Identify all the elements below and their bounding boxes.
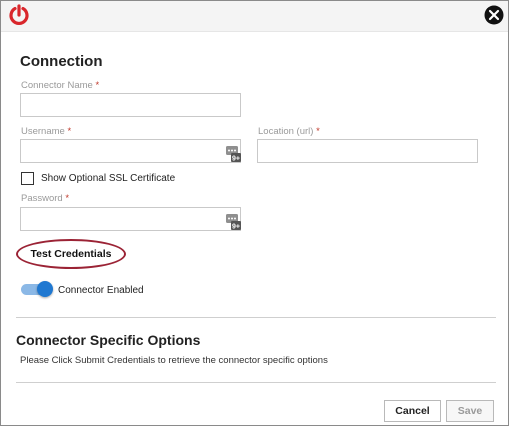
location-label: Location (url) * bbox=[258, 126, 320, 137]
username-label-text: Username bbox=[21, 126, 65, 137]
close-icon[interactable] bbox=[484, 5, 504, 25]
connector-name-input[interactable] bbox=[20, 93, 241, 117]
keypass-icon[interactable]: 9+ bbox=[226, 146, 241, 162]
connector-enabled-toggle[interactable] bbox=[21, 281, 53, 297]
required-mark: * bbox=[316, 126, 320, 137]
location-url-input[interactable] bbox=[257, 139, 478, 163]
keypass-icon[interactable]: 9+ bbox=[226, 214, 241, 230]
show-ssl-checkbox[interactable] bbox=[21, 172, 34, 185]
password-input[interactable] bbox=[20, 207, 241, 231]
options-title: Connector Specific Options bbox=[16, 332, 201, 348]
required-mark: * bbox=[65, 193, 70, 204]
keypass-badge: 9+ bbox=[232, 155, 240, 162]
password-label: Password * bbox=[21, 193, 69, 204]
connection-dialog: Connection Connector Name * Username * 9… bbox=[0, 0, 509, 426]
required-mark: * bbox=[95, 80, 100, 91]
username-label: Username * bbox=[21, 126, 71, 137]
footer-divider bbox=[16, 382, 496, 383]
show-ssl-label: Show Optional SSL Certificate bbox=[41, 173, 176, 184]
dialog-header bbox=[1, 1, 508, 32]
location-label-text: Location (url) bbox=[258, 126, 314, 137]
save-button[interactable]: Save bbox=[446, 400, 494, 422]
options-hint: Please Click Submit Credentials to retri… bbox=[20, 355, 328, 366]
password-label-text: Password bbox=[21, 193, 63, 204]
keypass-badge: 9+ bbox=[232, 223, 240, 230]
connector-name-label-text: Connector Name bbox=[21, 80, 93, 91]
username-input[interactable] bbox=[20, 139, 241, 163]
connector-name-label: Connector Name * bbox=[21, 80, 99, 91]
connection-title: Connection bbox=[20, 53, 103, 70]
connector-enabled-label: Connector Enabled bbox=[58, 285, 144, 296]
toggle-knob bbox=[37, 281, 53, 297]
test-credentials-button[interactable]: Test Credentials bbox=[16, 239, 126, 269]
power-icon bbox=[9, 4, 29, 26]
cancel-button[interactable]: Cancel bbox=[384, 400, 441, 422]
required-mark: * bbox=[67, 126, 72, 137]
section-divider bbox=[16, 317, 496, 318]
